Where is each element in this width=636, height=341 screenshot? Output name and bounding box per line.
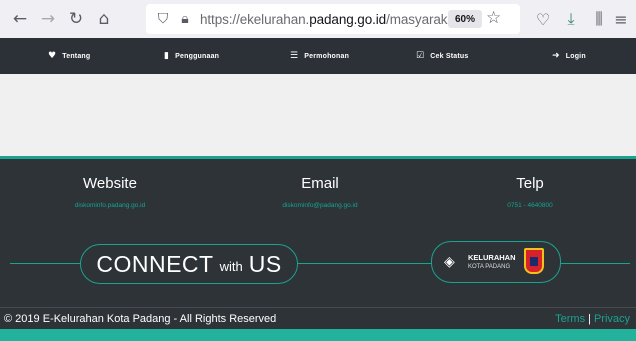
nav-item-label: Cek Status xyxy=(430,52,469,60)
url-bar[interactable]: ⛉ 🔒︎ https://ekelurahan.padang.go.id/mas… xyxy=(146,4,520,34)
emblem-icon: ◈ xyxy=(444,254,455,270)
nav-item-label: Permohonan xyxy=(304,52,350,60)
us-word: US xyxy=(248,250,282,277)
copyright-bar: © 2019 E-Kelurahan Kota Padang - All Rig… xyxy=(0,307,636,329)
website-column: Website diskominfo.padang.go.id xyxy=(50,175,170,209)
book-icon: ▮ xyxy=(164,51,170,61)
telp-number: 0751 - 4640800 xyxy=(507,202,553,209)
site-nav: ♥ Tentang ▮ Penggunaan ☰ Permohonan ☑ Ce… xyxy=(0,38,636,74)
check-square-icon: ☑ xyxy=(416,51,425,61)
kelurahan-logo[interactable]: ◈ KELURAHAN KOTA PADANG xyxy=(431,241,561,283)
nav-item-tentang[interactable]: ♥ Tentang xyxy=(48,38,90,74)
logo-title: KELURAHAN xyxy=(468,253,516,262)
email-title: Email xyxy=(301,175,339,192)
privacy-link[interactable]: Privacy xyxy=(594,313,630,325)
email-column: Email diskominfo@padang.go.id xyxy=(260,175,380,209)
link-separator: | xyxy=(588,312,591,325)
nav-item-login[interactable]: ➜ Login xyxy=(552,38,586,74)
menu-icon[interactable]: ≡ xyxy=(608,5,634,33)
with-word: with xyxy=(219,258,243,274)
connect-word: CONNECT xyxy=(96,250,214,277)
nav-item-label: Tentang xyxy=(62,52,91,60)
website-link[interactable]: diskominfo.padang.go.id xyxy=(50,202,170,209)
lock-icon[interactable]: 🔒︎ xyxy=(174,8,196,30)
logo-subtitle: KOTA PADANG xyxy=(468,264,511,270)
footer-links: Terms | Privacy xyxy=(555,313,630,325)
list-icon: ☰ xyxy=(290,51,299,61)
sign-in-icon: ➜ xyxy=(552,51,560,61)
content-area xyxy=(0,74,636,156)
forward-arrow-icon[interactable]: → xyxy=(34,5,62,33)
downloads-icon[interactable]: ⤓ xyxy=(558,5,584,33)
browser-toolbar: ← → ↻ ⌂ ⛉ 🔒︎ https://ekelurahan.padang.g… xyxy=(0,0,636,38)
email-link[interactable]: diskominfo@padang.go.id xyxy=(260,202,380,209)
site-footer: Website diskominfo.padang.go.id Email di… xyxy=(0,156,636,341)
pocket-icon[interactable]: ♡ xyxy=(530,5,556,33)
nav-item-label: Penggunaan xyxy=(175,52,220,60)
footer-bottom-strip xyxy=(0,329,636,341)
nav-item-label: Login xyxy=(565,52,586,60)
shield-icon[interactable]: ⛉ xyxy=(152,8,174,30)
zoom-level-badge[interactable]: 60% xyxy=(448,10,483,28)
terms-link[interactable]: Terms xyxy=(555,313,585,325)
back-arrow-icon[interactable]: ← xyxy=(6,5,34,33)
website-title: Website xyxy=(83,175,137,192)
nav-item-penggunaan[interactable]: ▮ Penggunaan xyxy=(164,38,219,74)
bookmark-star-icon[interactable]: ☆ xyxy=(486,8,501,28)
nav-item-permohonan[interactable]: ☰ Permohonan xyxy=(290,38,349,74)
connect-with-us-banner: CONNECT with US xyxy=(80,244,298,284)
telp-column: Telp 0751 - 4640800 xyxy=(480,175,580,209)
telp-title: Telp xyxy=(516,175,544,192)
copyright-text: © 2019 E-Kelurahan Kota Padang - All Rig… xyxy=(4,312,277,325)
url-text[interactable]: https://ekelurahan.padang.go.id/masyarak… xyxy=(200,12,459,27)
padang-crest-icon xyxy=(524,248,544,274)
heart-icon: ♥ xyxy=(48,51,57,61)
nav-item-cek-status[interactable]: ☑ Cek Status xyxy=(416,38,468,74)
home-icon[interactable]: ⌂ xyxy=(90,5,118,33)
reload-icon[interactable]: ↻ xyxy=(62,5,90,33)
